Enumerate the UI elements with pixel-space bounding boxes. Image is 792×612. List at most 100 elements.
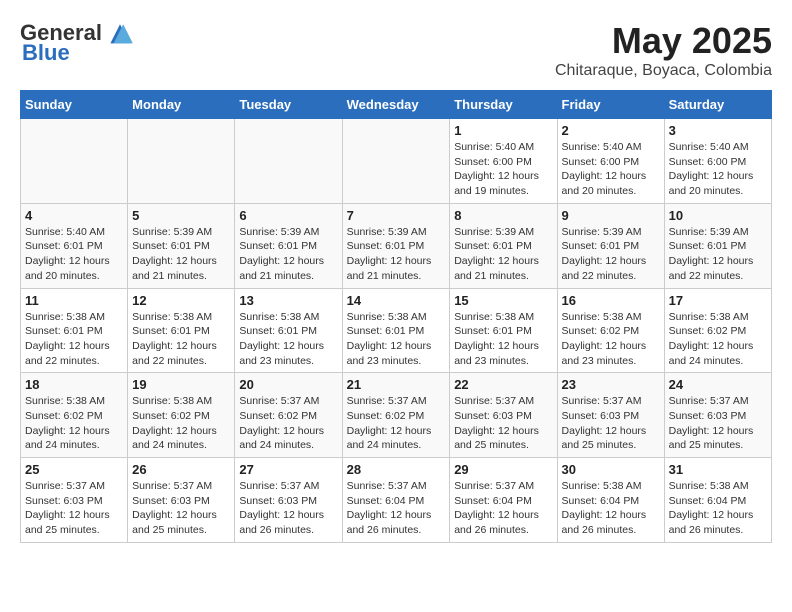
day-info: Sunrise: 5:37 AM Sunset: 6:02 PM Dayligh… [239,394,337,453]
day-info: Sunrise: 5:37 AM Sunset: 6:03 PM Dayligh… [562,394,660,453]
day-number: 12 [132,293,230,308]
day-number: 22 [454,377,552,392]
day-number: 4 [25,208,123,223]
calendar-day-cell: 23 Sunrise: 5:37 AM Sunset: 6:03 PM Dayli… [557,373,664,458]
day-number: 29 [454,462,552,477]
day-info: Sunrise: 5:37 AM Sunset: 6:02 PM Dayligh… [347,394,446,453]
calendar-week-row: 18 Sunrise: 5:38 AM Sunset: 6:02 PM Dayli… [21,373,772,458]
day-number: 21 [347,377,446,392]
day-number: 26 [132,462,230,477]
calendar-day-cell: 25 Sunrise: 5:37 AM Sunset: 6:03 PM Dayli… [21,458,128,543]
calendar-day-cell: 27 Sunrise: 5:37 AM Sunset: 6:03 PM Dayli… [235,458,342,543]
day-info: Sunrise: 5:40 AM Sunset: 6:00 PM Dayligh… [669,140,767,199]
calendar-day-cell: 26 Sunrise: 5:37 AM Sunset: 6:03 PM Dayli… [128,458,235,543]
day-info: Sunrise: 5:38 AM Sunset: 6:02 PM Dayligh… [562,310,660,369]
calendar-day-cell: 6 Sunrise: 5:39 AM Sunset: 6:01 PM Daylig… [235,203,342,288]
day-number: 24 [669,377,767,392]
location-text: Chitaraque, Boyaca, Colombia [555,62,772,80]
weekday-header-row: SundayMondayTuesdayWednesdayThursdayFrid… [21,91,772,119]
day-info: Sunrise: 5:38 AM Sunset: 6:01 PM Dayligh… [347,310,446,369]
calendar-day-cell: 2 Sunrise: 5:40 AM Sunset: 6:00 PM Daylig… [557,119,664,204]
day-number: 13 [239,293,337,308]
day-info: Sunrise: 5:39 AM Sunset: 6:01 PM Dayligh… [239,225,337,284]
day-info: Sunrise: 5:40 AM Sunset: 6:00 PM Dayligh… [454,140,552,199]
calendar-day-cell: 22 Sunrise: 5:37 AM Sunset: 6:03 PM Dayli… [450,373,557,458]
day-info: Sunrise: 5:39 AM Sunset: 6:01 PM Dayligh… [669,225,767,284]
day-info: Sunrise: 5:37 AM Sunset: 6:03 PM Dayligh… [669,394,767,453]
calendar-week-row: 4 Sunrise: 5:40 AM Sunset: 6:01 PM Daylig… [21,203,772,288]
calendar-day-cell: 29 Sunrise: 5:37 AM Sunset: 6:04 PM Dayli… [450,458,557,543]
day-info: Sunrise: 5:40 AM Sunset: 6:00 PM Dayligh… [562,140,660,199]
calendar-day-cell: 3 Sunrise: 5:40 AM Sunset: 6:00 PM Daylig… [664,119,771,204]
day-info: Sunrise: 5:38 AM Sunset: 6:02 PM Dayligh… [25,394,123,453]
calendar-day-cell: 19Sunrise: 5:38 AM Sunset: 6:02 PM Dayli… [128,373,235,458]
day-number: 8 [454,208,552,223]
calendar-day-cell: 8 Sunrise: 5:39 AM Sunset: 6:01 PM Daylig… [450,203,557,288]
calendar-day-cell [128,119,235,204]
day-number: 31 [669,462,767,477]
day-info: Sunrise: 5:37 AM Sunset: 6:04 PM Dayligh… [347,479,446,538]
day-number: 25 [25,462,123,477]
day-info: Sunrise: 5:38 AM Sunset: 6:02 PM Dayligh… [132,394,230,453]
calendar-week-row: 25 Sunrise: 5:37 AM Sunset: 6:03 PM Dayli… [21,458,772,543]
day-info: Sunrise: 5:39 AM Sunset: 6:01 PM Dayligh… [132,225,230,284]
weekday-header-tuesday: Tuesday [235,91,342,119]
calendar-day-cell [342,119,450,204]
calendar-day-cell: 1Sunrise: 5:40 AM Sunset: 6:00 PM Daylig… [450,119,557,204]
day-number: 5 [132,208,230,223]
weekday-header-wednesday: Wednesday [342,91,450,119]
month-title: May 2025 [555,20,772,62]
calendar-day-cell [235,119,342,204]
day-number: 28 [347,462,446,477]
weekday-header-thursday: Thursday [450,91,557,119]
day-number: 7 [347,208,446,223]
day-info: Sunrise: 5:37 AM Sunset: 6:03 PM Dayligh… [132,479,230,538]
calendar-day-cell: 30Sunrise: 5:38 AM Sunset: 6:04 PM Dayli… [557,458,664,543]
calendar-week-row: 1Sunrise: 5:40 AM Sunset: 6:00 PM Daylig… [21,119,772,204]
day-number: 14 [347,293,446,308]
day-info: Sunrise: 5:39 AM Sunset: 6:01 PM Dayligh… [347,225,446,284]
calendar-week-row: 11Sunrise: 5:38 AM Sunset: 6:01 PM Dayli… [21,288,772,373]
day-info: Sunrise: 5:38 AM Sunset: 6:01 PM Dayligh… [454,310,552,369]
weekday-header-saturday: Saturday [664,91,771,119]
day-number: 15 [454,293,552,308]
day-number: 17 [669,293,767,308]
day-info: Sunrise: 5:37 AM Sunset: 6:03 PM Dayligh… [25,479,123,538]
day-info: Sunrise: 5:38 AM Sunset: 6:04 PM Dayligh… [669,479,767,538]
day-number: 27 [239,462,337,477]
day-number: 18 [25,377,123,392]
day-info: Sunrise: 5:37 AM Sunset: 6:03 PM Dayligh… [454,394,552,453]
calendar-day-cell: 21 Sunrise: 5:37 AM Sunset: 6:02 PM Dayli… [342,373,450,458]
calendar-day-cell: 14 Sunrise: 5:38 AM Sunset: 6:01 PM Dayli… [342,288,450,373]
calendar-day-cell: 13 Sunrise: 5:38 AM Sunset: 6:01 PM Dayli… [235,288,342,373]
day-info: Sunrise: 5:37 AM Sunset: 6:03 PM Dayligh… [239,479,337,538]
page-header: General Blue May 2025 Chitaraque, Boyaca… [20,20,772,80]
day-number: 16 [562,293,660,308]
day-info: Sunrise: 5:38 AM Sunset: 6:02 PM Dayligh… [669,310,767,369]
day-info: Sunrise: 5:38 AM Sunset: 6:01 PM Dayligh… [25,310,123,369]
day-info: Sunrise: 5:37 AM Sunset: 6:04 PM Dayligh… [454,479,552,538]
day-number: 3 [669,123,767,138]
day-number: 6 [239,208,337,223]
calendar-day-cell: 16 Sunrise: 5:38 AM Sunset: 6:02 PM Dayli… [557,288,664,373]
weekday-header-monday: Monday [128,91,235,119]
calendar-day-cell: 20Sunrise: 5:37 AM Sunset: 6:02 PM Dayli… [235,373,342,458]
day-number: 9 [562,208,660,223]
calendar-day-cell: 12 Sunrise: 5:38 AM Sunset: 6:01 PM Dayli… [128,288,235,373]
calendar-table: SundayMondayTuesdayWednesdayThursdayFrid… [20,90,772,543]
day-info: Sunrise: 5:38 AM Sunset: 6:01 PM Dayligh… [239,310,337,369]
calendar-day-cell: 11Sunrise: 5:38 AM Sunset: 6:01 PM Dayli… [21,288,128,373]
day-number: 10 [669,208,767,223]
logo-icon [104,21,136,45]
weekday-header-friday: Friday [557,91,664,119]
day-info: Sunrise: 5:38 AM Sunset: 6:04 PM Dayligh… [562,479,660,538]
calendar-day-cell: 28 Sunrise: 5:37 AM Sunset: 6:04 PM Dayli… [342,458,450,543]
day-number: 2 [562,123,660,138]
day-number: 23 [562,377,660,392]
calendar-day-cell: 10 Sunrise: 5:39 AM Sunset: 6:01 PM Dayli… [664,203,771,288]
day-info: Sunrise: 5:40 AM Sunset: 6:01 PM Dayligh… [25,225,123,284]
day-info: Sunrise: 5:39 AM Sunset: 6:01 PM Dayligh… [454,225,552,284]
day-info: Sunrise: 5:38 AM Sunset: 6:01 PM Dayligh… [132,310,230,369]
calendar-day-cell: 9Sunrise: 5:39 AM Sunset: 6:01 PM Daylig… [557,203,664,288]
calendar-day-cell: 31 Sunrise: 5:38 AM Sunset: 6:04 PM Dayli… [664,458,771,543]
